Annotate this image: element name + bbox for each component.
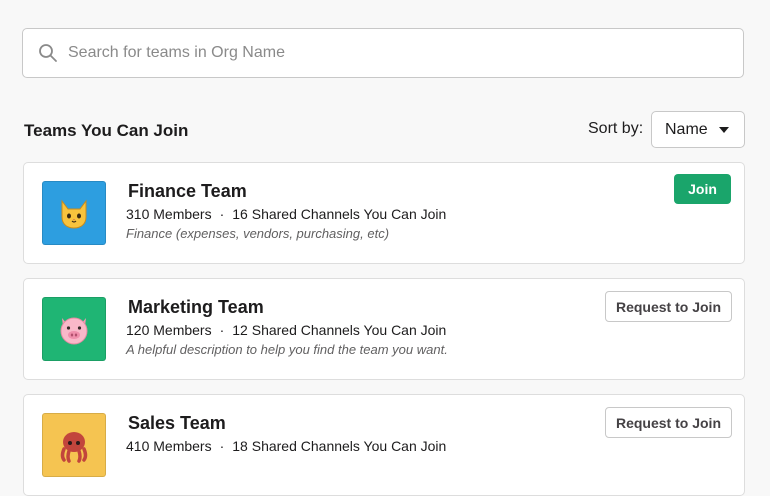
- team-avatar-sales: [42, 413, 106, 477]
- request-to-join-button[interactable]: Request to Join: [605, 291, 732, 322]
- member-count: 120 Members: [126, 322, 212, 338]
- channel-count: 12 Shared Channels You Can Join: [232, 322, 447, 338]
- team-avatar-marketing: [42, 297, 106, 361]
- caret-down-icon: [718, 126, 730, 134]
- team-meta: 120 Members · 12 Shared Channels You Can J…: [126, 322, 446, 338]
- cat-face-icon: [61, 199, 87, 229]
- channel-count: 18 Shared Channels You Can Join: [232, 438, 447, 454]
- section-title: Teams You Can Join: [24, 121, 189, 140]
- meta-separator: ·: [219, 322, 225, 338]
- member-count: 310 Members: [126, 206, 212, 222]
- team-description: Finance (expenses, vendors, purchasing, …: [126, 226, 390, 241]
- meta-separator: ·: [219, 438, 225, 454]
- team-card-finance: Finance Team 310 Members · 16 Shared Chann…: [23, 162, 745, 264]
- team-name: Marketing Team: [128, 297, 264, 317]
- meta-separator: ·: [219, 206, 225, 222]
- join-button[interactable]: Join: [674, 174, 731, 204]
- team-avatar-finance: [42, 181, 106, 245]
- search-icon: [38, 43, 58, 63]
- member-count: 410 Members: [126, 438, 212, 454]
- team-meta: 310 Members · 16 Shared Channels You Can J…: [126, 206, 446, 222]
- search-input[interactable]: [68, 44, 708, 62]
- sort-label: Sort by:: [588, 120, 644, 137]
- pig-face-icon: [60, 317, 88, 345]
- request-to-join-button[interactable]: Request to Join: [605, 407, 732, 438]
- team-name: Sales Team: [128, 413, 226, 433]
- team-card-sales: Sales Team 410 Members · 18 Shared Channel…: [23, 394, 745, 496]
- sort-dropdown[interactable]: Name: [651, 111, 745, 148]
- team-name: Finance Team: [128, 181, 247, 201]
- channel-count: 16 Shared Channels You Can Join: [232, 206, 447, 222]
- sort-value: Name: [665, 120, 708, 138]
- team-card-marketing: Marketing Team 120 Members · 12 Shared Cha…: [23, 278, 745, 380]
- team-meta: 410 Members · 18 Shared Channels You Can J…: [126, 438, 446, 454]
- octopus-icon: [60, 432, 88, 463]
- search-bar[interactable]: [22, 28, 744, 78]
- team-description: A helpful description to help you find t…: [126, 342, 448, 357]
